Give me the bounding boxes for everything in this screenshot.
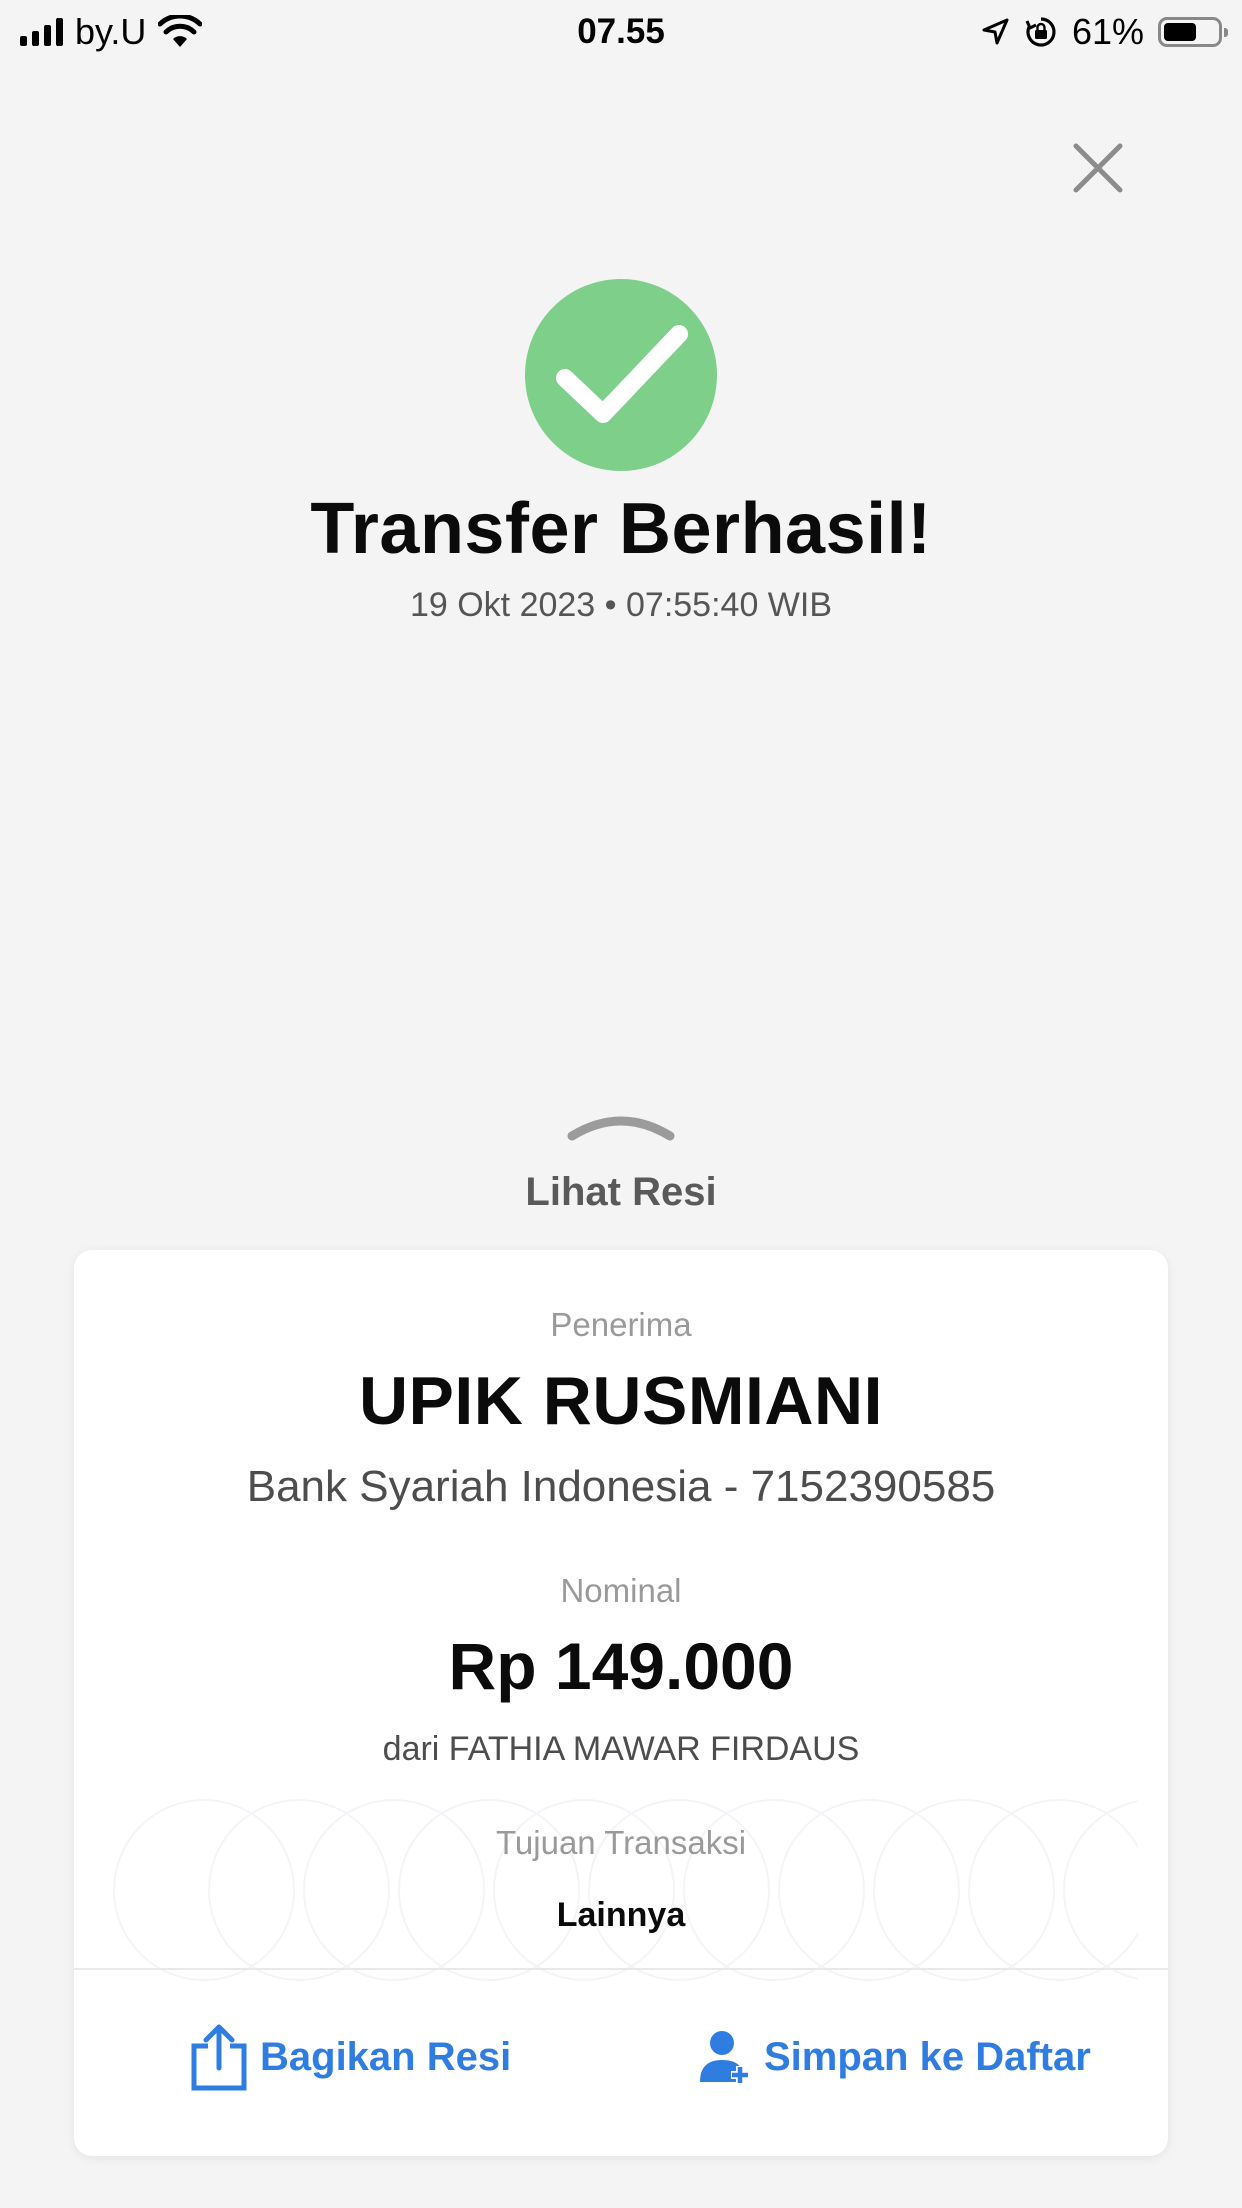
close-icon <box>1073 143 1123 193</box>
page-title: Transfer Berhasil! <box>310 489 932 569</box>
save-to-list-button[interactable]: Simpan ke Daftar <box>698 2020 1091 2094</box>
status-right: 61% <box>980 8 1228 56</box>
close-button[interactable] <box>1070 140 1126 196</box>
sender-name: dari FATHIA MAWAR FIRDAUS <box>382 1730 860 1768</box>
transfer-amount: Rp 149.000 <box>448 1629 794 1703</box>
battery-icon <box>1158 17 1228 47</box>
share-receipt-label: Bagikan Resi <box>260 2034 512 2079</box>
rotation-lock-icon <box>1025 17 1056 47</box>
receipt-card: Penerima UPIK RUSMIANI Bank Syariah Indo… <box>74 1250 1168 2156</box>
check-icon <box>556 325 688 423</box>
divider <box>74 1968 1168 1970</box>
view-receipt-label[interactable]: Lihat Resi <box>0 1170 1242 1215</box>
save-to-list-label: Simpan ke Daftar <box>764 2034 1091 2079</box>
recipient-bank-account: Bank Syariah Indonesia - 7152390585 <box>246 1462 996 1511</box>
transfer-datetime: 19 Okt 2023 • 07:55:40 WIB <box>409 586 833 624</box>
recipient-name: UPIK RUSMIANI <box>358 1363 884 1439</box>
purpose-label: Tujuan Transaksi <box>495 1824 747 1861</box>
amount-label: Nominal <box>560 1572 682 1609</box>
add-person-icon <box>700 2031 749 2084</box>
recipient-label: Penerima <box>550 1306 692 1343</box>
share-receipt-button[interactable]: Bagikan Resi <box>190 2020 511 2094</box>
share-icon <box>191 2024 247 2091</box>
success-badge <box>525 279 717 471</box>
expand-receipt-handle[interactable] <box>566 1108 676 1144</box>
status-bar: by.U 07.55 61% <box>0 0 1242 64</box>
battery-percent: 61% <box>1071 11 1144 52</box>
chevron-up-icon <box>567 1116 675 1141</box>
transaction-purpose: Lainnya <box>556 1896 686 1934</box>
location-arrow-icon <box>982 18 1009 45</box>
